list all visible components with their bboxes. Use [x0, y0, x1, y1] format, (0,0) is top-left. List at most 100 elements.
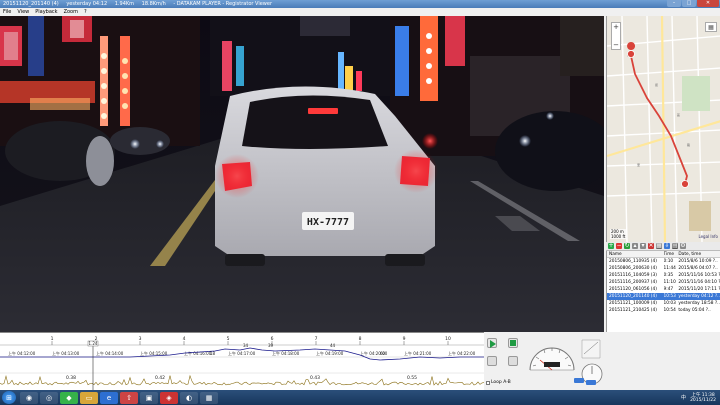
file-name: 20150806_110935 (4)	[609, 259, 657, 264]
taskbar-app-line[interactable]: ◆	[60, 391, 78, 404]
start-button[interactable]: ⊞	[2, 391, 16, 404]
menu-file[interactable]: File	[3, 8, 11, 16]
map-canvas: 路街區里路	[607, 16, 720, 242]
title-speed: 18.8Km/h	[141, 1, 166, 7]
close-button[interactable]: ✕	[697, 0, 719, 7]
timestamp-label: 上午 04:22:00	[448, 350, 476, 356]
speed-label: 18	[210, 351, 216, 356]
maximize-button[interactable]: □	[682, 0, 696, 7]
system-tray: 中 上午 11:38 2015/11/22	[681, 390, 716, 405]
file-row-selected[interactable]: 20151120_201140 (4) 10:53 yesterday 04:1…	[607, 293, 720, 300]
file-row[interactable]: 20150806_200630 (4) 11:44 2015/8/6 04:07…	[607, 265, 720, 272]
file-row[interactable]: 20151116_200937 (4) 11:10 2015/11/16 04:…	[607, 279, 720, 286]
delete-icon[interactable]: ✕	[648, 243, 654, 249]
loop-toggle[interactable]: Loop A-B	[486, 380, 511, 385]
gauges-panel	[524, 332, 606, 390]
file-duration: 10:53	[663, 294, 676, 299]
menu-playback[interactable]: Playback	[35, 8, 57, 16]
input-language[interactable]: 中	[681, 394, 686, 401]
file-duration: 0:35	[663, 273, 674, 278]
header-date[interactable]: Date, time	[678, 251, 720, 257]
clock[interactable]: 上午 11:38 2015/11/22	[690, 393, 716, 403]
video-frame[interactable]: HX-7777	[0, 16, 604, 332]
map-scale: 200 m 1000 ft	[610, 229, 627, 239]
timeline-panel[interactable]: 1 2 3 4 5 6 7 8 9 10 上午 04:12:00 上午 04:13:00 上午 04:…	[0, 332, 484, 391]
file-duration: 9:47	[663, 287, 674, 292]
map-zoom-control: + −	[611, 22, 621, 50]
file-row[interactable]: 20151121_210425 (4) 10:54 today 05:04 ?.…	[607, 307, 720, 314]
film-icon[interactable]: ▤	[672, 243, 678, 249]
refresh-icon[interactable]: ↻	[624, 243, 630, 249]
stop-icon	[510, 340, 516, 346]
header-time[interactable]: Time	[664, 251, 679, 257]
taskbar-app-ie[interactable]: e	[100, 391, 118, 404]
taskbar-app-viewer[interactable]: ▣	[140, 391, 158, 404]
play-button[interactable]	[487, 338, 497, 348]
remove-icon[interactable]: −	[616, 243, 622, 249]
taskbar-app-upload[interactable]: ⇧	[120, 391, 138, 404]
taskbar-app-generic[interactable]: ◐	[180, 391, 198, 404]
file-row[interactable]: 20151120_061056 (4) 9:47 2015/11/20 17:1…	[607, 286, 720, 293]
window-controls: – □ ✕	[667, 0, 719, 8]
up-icon[interactable]: ▴	[632, 243, 638, 249]
gauges-canvas	[529, 339, 603, 385]
taskbar-app-red[interactable]: ◈	[160, 391, 178, 404]
playhead-label: 1.24	[89, 341, 98, 346]
file-list-header: Name Time Date, time	[607, 251, 720, 258]
title-file: 20151120_201140 (4)	[3, 1, 59, 7]
file-duration: 0:10	[663, 259, 674, 264]
minimize-button[interactable]: –	[667, 0, 681, 7]
value-label: 0.38	[66, 375, 76, 381]
file-row[interactable]: 20151116_104059 (3) 0:35 2015/11/16 10:5…	[607, 272, 720, 279]
dashcam-scene: HX-7777	[0, 16, 604, 332]
zoom-out-button[interactable]: −	[612, 41, 620, 49]
file-duration: 11:10	[663, 280, 676, 285]
file-name: 20151120_201140 (4)	[609, 294, 657, 299]
file-date: today 05:04 ?..	[678, 308, 711, 313]
taskbar-app-chrome[interactable]: ◎	[40, 391, 58, 404]
svg-text:路: 路	[687, 142, 690, 147]
file-name: 20150806_200630 (4)	[609, 266, 657, 271]
settings-icon[interactable]: ⚙	[680, 243, 686, 249]
file-row[interactable]: 20150806_110935 (4) 0:10 2015/8/6 10:09 …	[607, 258, 720, 265]
loop-label: Loop A-B	[491, 380, 511, 385]
file-duration: 10:54	[663, 308, 676, 313]
speed-label: 34	[243, 343, 249, 348]
header-name[interactable]: Name	[607, 251, 664, 257]
grid-icon[interactable]: ▦	[656, 243, 662, 249]
svg-text:里: 里	[637, 162, 640, 167]
title-bar: 20151120_201140 (4) yesterday 04:12 1.94…	[0, 0, 720, 8]
taskbar-app-media[interactable]: ◉	[20, 391, 38, 404]
timeline-graph[interactable]: 1 2 3 4 5 6 7 8 9 10 上午 04:12:00 上午 04:13:00 上午 04:…	[0, 333, 484, 391]
file-date: 2015/8/6 04:07 ?..	[678, 266, 718, 271]
file-duration: 10:03	[663, 301, 676, 306]
map-layers-icon[interactable]: ▦	[705, 22, 717, 32]
next-button[interactable]	[508, 356, 518, 366]
menu-bar: File View Playback Zoom ?	[0, 8, 720, 16]
value-label: 0.42	[155, 375, 165, 381]
speed-label: 44	[330, 343, 336, 348]
windows-logo-icon: ⊞	[6, 393, 12, 402]
stop-button[interactable]	[508, 338, 518, 348]
taskbar-app-player[interactable]: ▦	[200, 391, 218, 404]
taskbar-app-explorer[interactable]: ▭	[80, 391, 98, 404]
menu-zoom[interactable]: Zoom	[64, 8, 78, 16]
down-icon[interactable]: ▾	[640, 243, 646, 249]
timestamp-label: 上午 04:13:00	[52, 350, 80, 356]
zoom-slider[interactable]	[612, 31, 620, 41]
title-distance: 1.94Km	[114, 1, 135, 7]
speed-label: 60	[380, 351, 386, 356]
map-credit-link[interactable]: Legal Info	[698, 234, 718, 239]
prev-button[interactable]	[487, 356, 497, 366]
add-icon[interactable]: +	[608, 243, 614, 249]
gps-map[interactable]: 路街區里路 + − ▦ 200 m 1000 ft Legal Info	[606, 16, 720, 242]
file-row[interactable]: 20151121_100009 (4) 10:03 yesterday 18:5…	[607, 300, 720, 307]
menu-help[interactable]: ?	[84, 8, 87, 16]
loop-checkbox[interactable]	[486, 380, 490, 385]
zoom-in-button[interactable]: +	[612, 23, 620, 31]
timestamp-label: 上午 04:14:00	[96, 350, 124, 356]
timestamp-label: 上午 04:21:00	[404, 350, 432, 356]
export-icon[interactable]: ⇩	[664, 243, 670, 249]
menu-view[interactable]: View	[17, 8, 29, 16]
file-name: 20151116_104059 (3)	[609, 273, 657, 278]
